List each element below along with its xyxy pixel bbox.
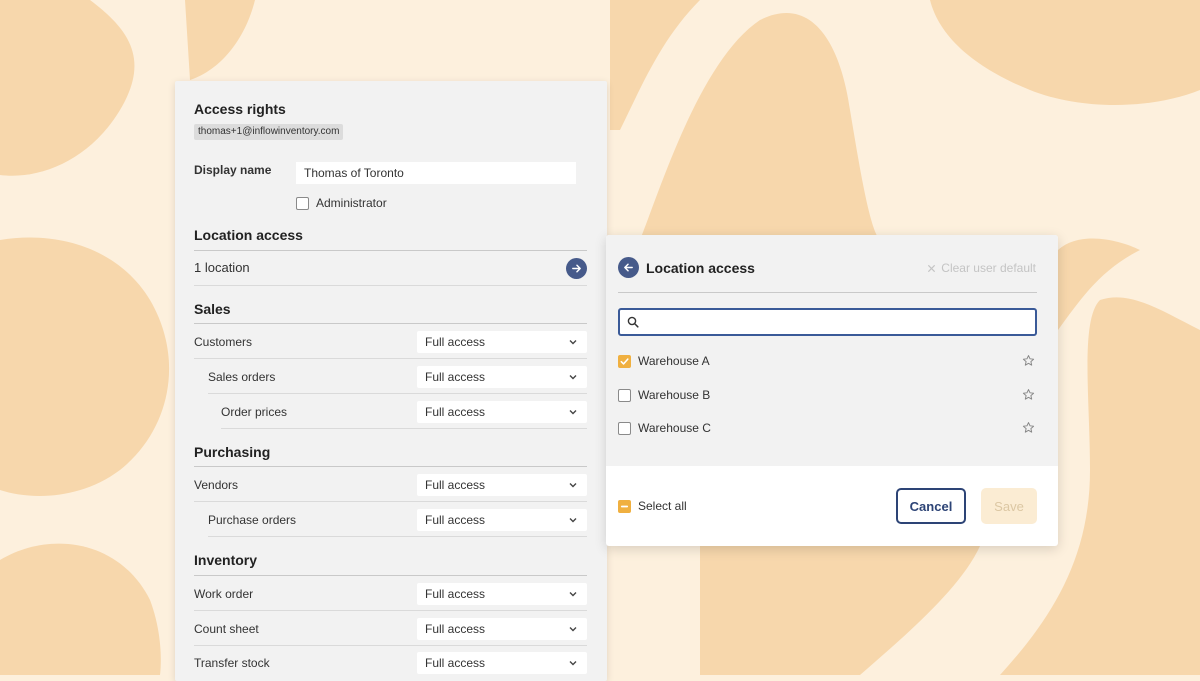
customers-access-select[interactable]: Full access	[417, 331, 587, 353]
clear-user-default-label: Clear user default	[941, 261, 1036, 275]
arrow-right-icon	[572, 264, 581, 273]
transfer-stock-label: Transfer stock	[194, 656, 270, 670]
select-all-checkbox[interactable]	[618, 499, 631, 513]
arrow-left-icon	[624, 263, 633, 272]
chevron-down-icon	[569, 518, 577, 523]
divider	[194, 610, 587, 611]
location-access-dialog: Location access Clear user default Wareh…	[606, 235, 1058, 546]
select-value: Full access	[425, 622, 486, 636]
select-value: Full access	[425, 405, 486, 419]
chevron-down-icon	[569, 592, 577, 597]
chevron-down-icon	[569, 483, 577, 488]
cancel-button[interactable]: Cancel	[896, 488, 966, 524]
chevron-down-icon	[569, 627, 577, 632]
star-icon[interactable]	[1022, 421, 1035, 434]
purchase-orders-label: Purchase orders	[208, 513, 297, 527]
select-value: Full access	[425, 370, 486, 384]
warehouse-c-checkbox[interactable]	[618, 421, 631, 435]
administrator-label: Administrator	[316, 196, 387, 210]
search-input[interactable]	[646, 312, 1030, 334]
access-rights-title: Access rights	[194, 101, 286, 117]
warehouse-option[interactable]: Warehouse C	[618, 418, 1037, 438]
dialog-title: Location access	[646, 260, 755, 276]
divider	[208, 536, 587, 537]
vendors-label: Vendors	[194, 478, 239, 492]
divider	[221, 428, 587, 429]
warehouse-option[interactable]: Warehouse B	[618, 385, 1037, 405]
sales-orders-access-select[interactable]: Full access	[417, 366, 587, 388]
chevron-down-icon	[569, 661, 577, 666]
divider	[194, 575, 587, 576]
back-button[interactable]	[618, 257, 639, 278]
administrator-option[interactable]: Administrator	[296, 195, 387, 211]
select-value: Full access	[425, 335, 486, 349]
divider	[618, 292, 1037, 293]
chevron-down-icon	[569, 410, 577, 415]
warehouse-label: Warehouse A	[638, 354, 710, 368]
select-value: Full access	[425, 478, 486, 492]
purchasing-heading: Purchasing	[194, 444, 271, 460]
select-value: Full access	[425, 656, 486, 670]
location-access-heading: Location access	[194, 227, 303, 243]
divider	[194, 250, 587, 251]
warehouse-b-checkbox[interactable]	[618, 388, 631, 402]
open-location-access-button[interactable]	[566, 258, 587, 279]
select-all-label: Select all	[638, 499, 687, 513]
divider	[194, 323, 587, 324]
search-box[interactable]	[618, 308, 1037, 336]
purchase-orders-access-select[interactable]: Full access	[417, 509, 587, 531]
order-prices-label: Order prices	[221, 405, 288, 419]
divider	[194, 358, 587, 359]
select-value: Full access	[425, 513, 486, 527]
divider	[194, 466, 587, 467]
warehouse-a-checkbox[interactable]	[618, 354, 631, 368]
divider	[208, 393, 587, 394]
work-order-access-select[interactable]: Full access	[417, 583, 587, 605]
divider	[194, 501, 587, 502]
warehouse-label: Warehouse C	[638, 421, 711, 435]
checkmark-icon	[620, 357, 629, 365]
save-button[interactable]: Save	[981, 488, 1037, 524]
transfer-stock-access-select[interactable]: Full access	[417, 652, 587, 674]
select-all-option[interactable]: Select all	[618, 499, 687, 513]
work-order-label: Work order	[194, 587, 254, 601]
customers-label: Customers	[194, 335, 253, 349]
order-prices-access-select[interactable]: Full access	[417, 401, 587, 423]
warehouse-option[interactable]: Warehouse A	[618, 351, 1037, 371]
access-rights-panel: Access rights thomas+1@inflowinventory.c…	[175, 81, 607, 681]
count-sheet-label: Count sheet	[194, 622, 259, 636]
search-icon	[627, 316, 639, 328]
clear-user-default-button[interactable]: Clear user default	[927, 261, 1036, 275]
chevron-down-icon	[569, 375, 577, 380]
close-icon	[928, 264, 936, 272]
location-count: 1 location	[194, 260, 250, 275]
display-name-label: Display name	[194, 163, 272, 177]
divider	[194, 285, 587, 286]
star-icon[interactable]	[1022, 388, 1035, 401]
minus-icon	[620, 505, 629, 507]
divider	[194, 645, 587, 646]
select-value: Full access	[425, 587, 486, 601]
warehouse-label: Warehouse B	[638, 388, 711, 402]
administrator-checkbox[interactable]	[296, 196, 309, 210]
vendors-access-select[interactable]: Full access	[417, 474, 587, 496]
count-sheet-access-select[interactable]: Full access	[417, 618, 587, 640]
sales-heading: Sales	[194, 301, 231, 317]
sales-orders-label: Sales orders	[208, 370, 276, 384]
display-name-field[interactable]	[296, 162, 576, 184]
chevron-down-icon	[569, 340, 577, 345]
email-badge: thomas+1@inflowinventory.com	[194, 124, 344, 140]
inventory-heading: Inventory	[194, 552, 258, 568]
star-icon[interactable]	[1022, 354, 1035, 367]
